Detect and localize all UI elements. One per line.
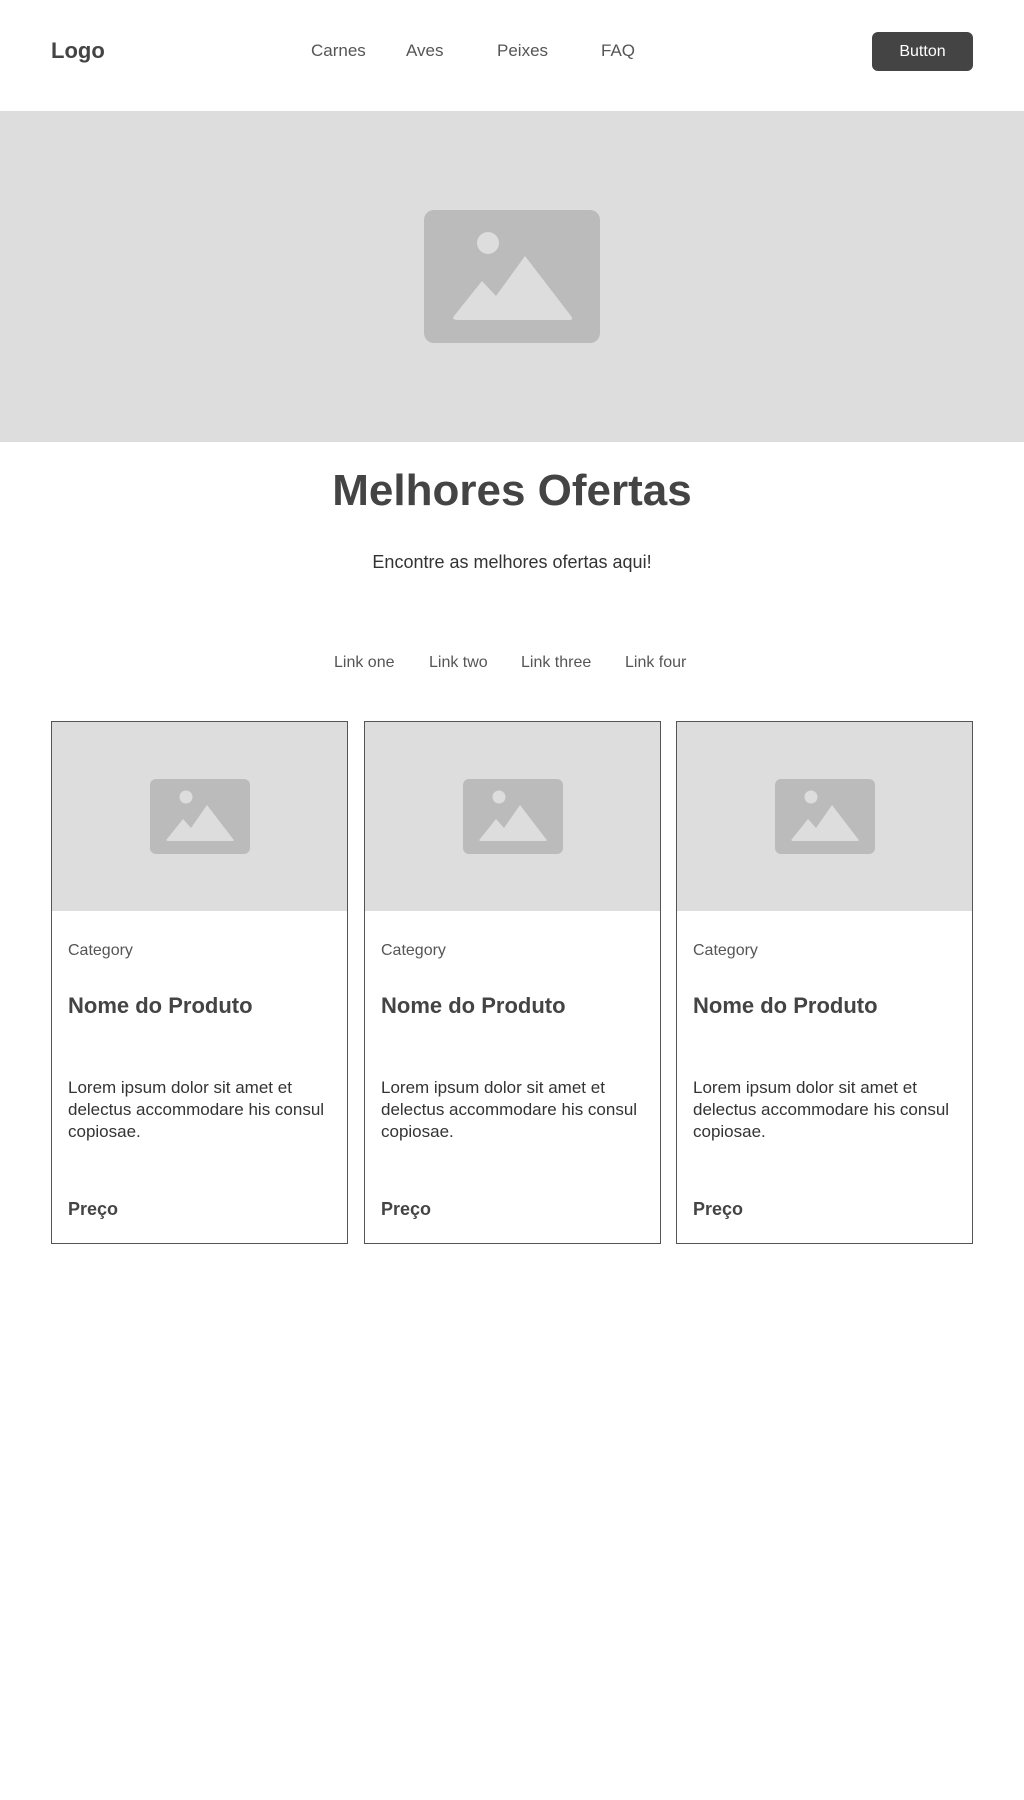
card-description: Lorem ipsum dolor sit amet et delectus a… (381, 1078, 638, 1141)
nav-link-faq[interactable]: FAQ (601, 41, 635, 61)
image-placeholder-icon (775, 779, 875, 854)
page-subtitle: Encontre as melhores ofertas aqui! (372, 552, 652, 572)
header-button[interactable]: Button (872, 32, 973, 71)
card-image (365, 722, 660, 911)
logo[interactable]: Logo (51, 38, 105, 64)
tab-link-four[interactable]: Link four (625, 654, 686, 672)
nav-link-aves[interactable]: Aves (406, 41, 444, 61)
card-image (52, 722, 347, 911)
hero-banner (0, 111, 1024, 442)
card-title[interactable]: Nome do Produto (381, 993, 566, 1019)
image-placeholder-icon (150, 779, 250, 854)
card-title[interactable]: Nome do Produto (68, 993, 253, 1019)
card-price: Preço (381, 1199, 432, 1219)
tab-link-two[interactable]: Link two (429, 654, 488, 672)
header: Logo Carnes Aves Peixes FAQ Button (0, 0, 1024, 111)
tab-link-one[interactable]: Link one (334, 654, 395, 672)
card-price: Preço (693, 1199, 744, 1219)
image-placeholder-icon (424, 210, 600, 343)
product-card[interactable]: Category Nome do Produto Lorem ipsum dol… (676, 721, 973, 1244)
page-title: Melhores Ofertas (332, 466, 692, 515)
page: Logo Carnes Aves Peixes FAQ Button Melho… (0, 0, 1024, 1800)
product-card[interactable]: Category Nome do Produto Lorem ipsum dol… (364, 721, 661, 1244)
product-card[interactable]: Category Nome do Produto Lorem ipsum dol… (51, 721, 348, 1244)
image-placeholder-icon (463, 779, 563, 854)
card-description: Lorem ipsum dolor sit amet et delectus a… (693, 1078, 950, 1141)
card-category: Category (68, 942, 133, 959)
nav-link-peixes[interactable]: Peixes (497, 41, 548, 61)
card-description: Lorem ipsum dolor sit amet et delectus a… (68, 1078, 325, 1141)
tab-link-three[interactable]: Link three (521, 654, 591, 672)
card-category: Category (693, 942, 758, 959)
card-image (677, 722, 972, 911)
card-title[interactable]: Nome do Produto (693, 993, 878, 1019)
nav-link-carnes[interactable]: Carnes (311, 41, 366, 61)
card-price: Preço (68, 1199, 119, 1219)
card-category: Category (381, 942, 446, 959)
